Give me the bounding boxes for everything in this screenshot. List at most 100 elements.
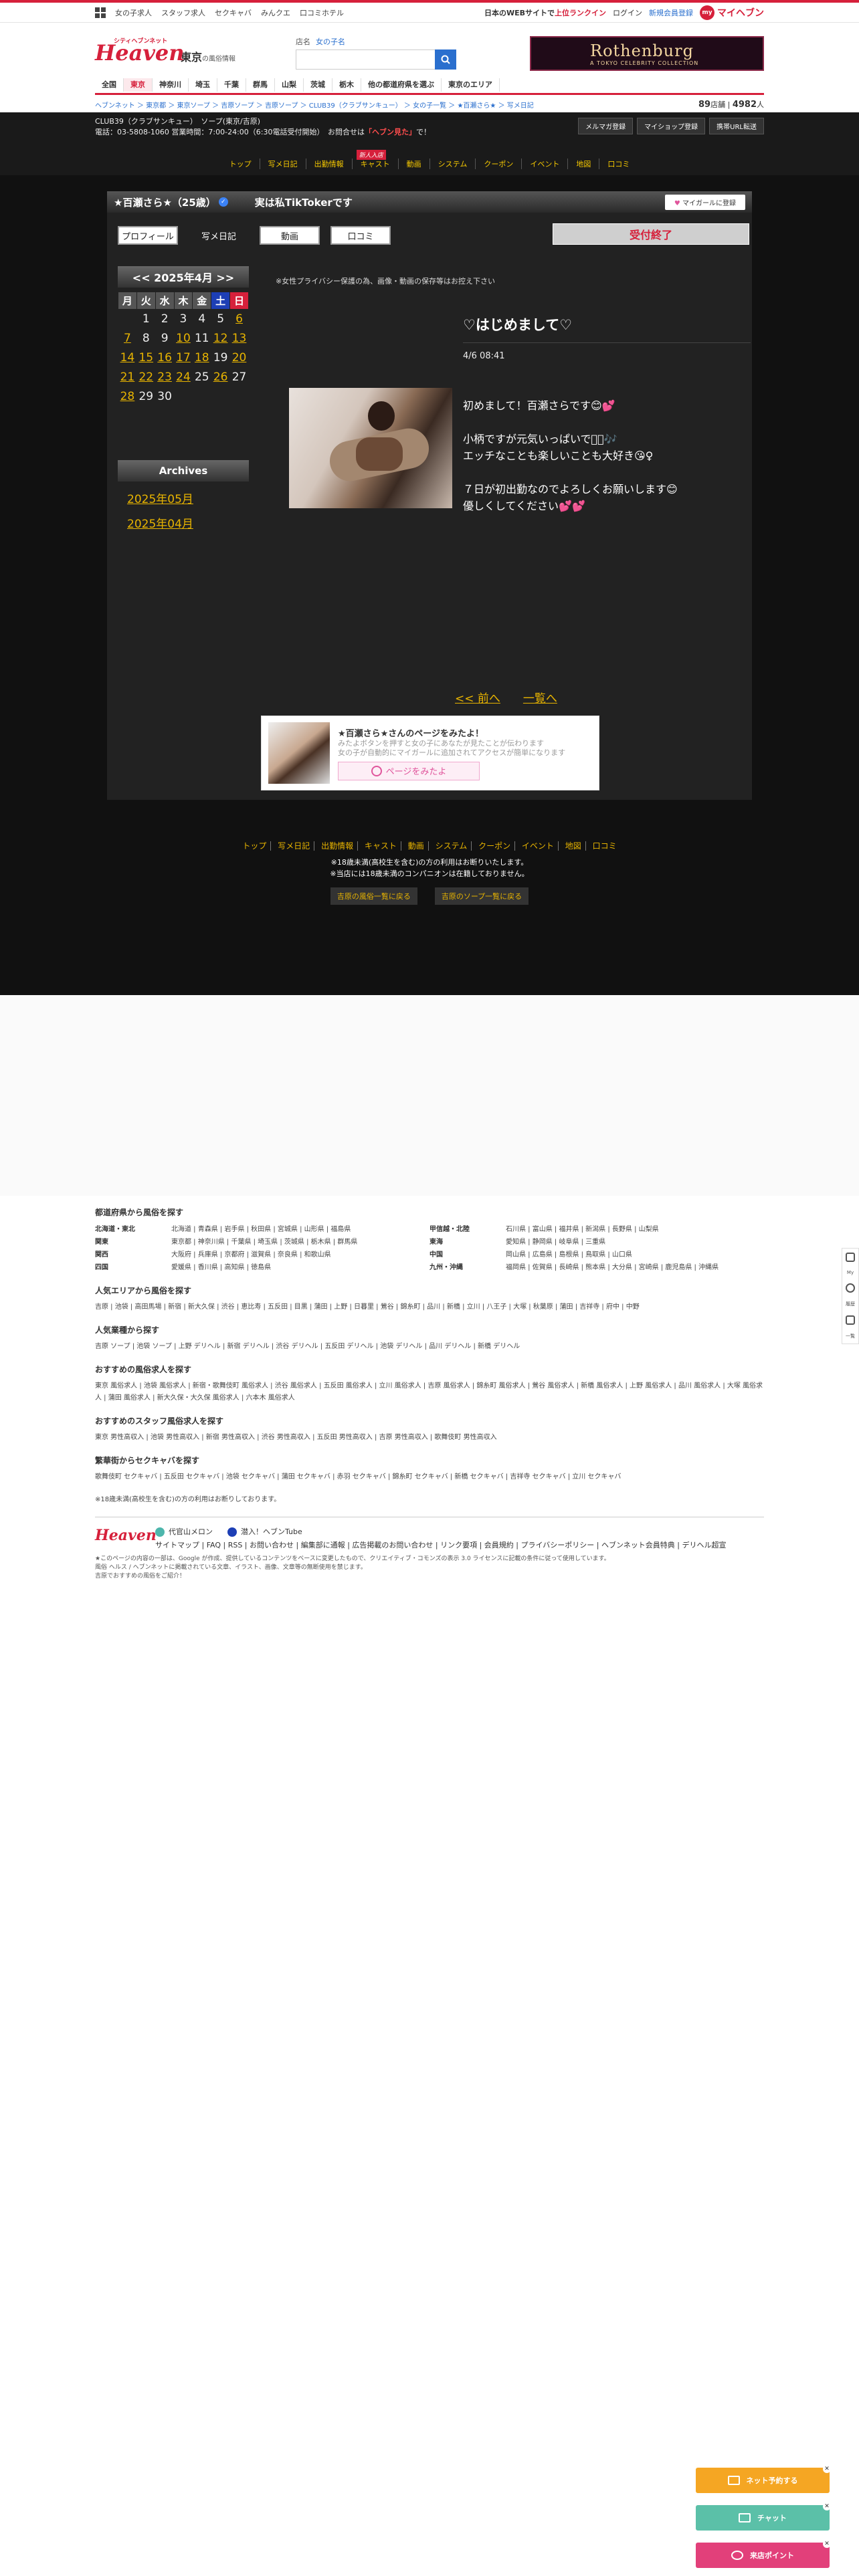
search-tab-girl[interactable]: 女の子名: [316, 36, 345, 47]
footnav-item[interactable]: 地図: [561, 841, 586, 851]
tab-review[interactable]: 口コミ: [330, 226, 391, 245]
register-link[interactable]: 新規会員登録: [649, 7, 693, 18]
nav-item[interactable]: 埼玉: [189, 78, 217, 92]
link-sekukyaba[interactable]: セクキャバ: [215, 7, 252, 18]
footer-logo[interactable]: Heaven: [95, 1527, 157, 1544]
nav-item[interactable]: 他の都道府県を選ぶ: [361, 78, 442, 92]
close-icon[interactable]: ✕: [823, 2465, 831, 2473]
footnav-item[interactable]: キャスト: [360, 841, 401, 851]
prev-link[interactable]: << 前へ: [455, 689, 500, 706]
visit-point-button[interactable]: 来店ポイント ✕: [696, 2540, 831, 2568]
shopnav-item[interactable]: 動画: [399, 158, 430, 169]
add-mygirl-button[interactable]: ♥ マイガールに登録: [664, 194, 745, 210]
apps-grid-icon[interactable]: [95, 7, 106, 18]
shopnav-item[interactable]: イベント: [522, 158, 569, 169]
link-girl-jobs[interactable]: 女の子求人: [115, 7, 152, 18]
mailmag-button[interactable]: メルマガ登録: [578, 118, 634, 134]
footnav-item[interactable]: 出勤情報: [317, 841, 359, 851]
tab-video[interactable]: 動画: [260, 226, 320, 245]
section-links[interactable]: 東京 男性高収入 | 池袋 男性高収入 | 新宿 男性高収入 | 渋谷 男性高収…: [95, 1432, 764, 1444]
app-link-tube[interactable]: 潜入！ヘブンTube: [227, 1527, 302, 1537]
calendar-day[interactable]: 23: [155, 368, 174, 387]
nav-item[interactable]: 栃木: [332, 78, 361, 92]
shopnav-item[interactable]: 地図: [568, 158, 600, 169]
my-icon[interactable]: [846, 1253, 855, 1262]
diary-photo[interactable]: [289, 388, 452, 508]
history-icon[interactable]: [846, 1283, 855, 1293]
list-link[interactable]: 一覧へ: [523, 689, 557, 706]
list-icon[interactable]: [846, 1315, 855, 1325]
calendar-day[interactable]: 18: [193, 348, 211, 368]
reception-closed-button[interactable]: 受付終了: [553, 223, 749, 245]
calendar-day[interactable]: 28: [118, 387, 137, 407]
link-staff-jobs[interactable]: スタッフ求人: [161, 7, 205, 18]
pref-links[interactable]: 岡山県 | 広島県 | 島根県 | 鳥取県 | 山口県: [506, 1249, 632, 1261]
pref-links[interactable]: 大阪府 | 兵庫県 | 京都府 | 滋賀県 | 奈良県 | 和歌山県: [171, 1249, 331, 1261]
breadcrumb-links[interactable]: ヘブンネット ＞ 東京都 ＞ 東京ソープ ＞ 吉原ソープ ＞ 吉原ソープ ＞ C…: [95, 100, 534, 110]
calendar-day[interactable]: 12: [211, 329, 230, 348]
calendar-day[interactable]: 26: [211, 368, 230, 387]
pref-links[interactable]: 東京都 | 神奈川県 | 千葉県 | 埼玉県 | 茨城県 | 栃木県 | 群馬県: [171, 1236, 357, 1249]
calendar-day[interactable]: 7: [118, 329, 137, 348]
footnav-item[interactable]: トップ: [238, 841, 272, 851]
shopnav-item[interactable]: 出勤情報: [306, 158, 353, 169]
calendar-day[interactable]: 15: [136, 348, 155, 368]
footer-nav-links[interactable]: サイトマップ | FAQ | RSS | お問い合わせ | 編集部に通報 | 広…: [155, 1540, 726, 1551]
calendar-day[interactable]: 24: [174, 368, 193, 387]
section-links[interactable]: 吉原 | 池袋 | 高田馬場 | 新宿 | 新大久保 | 渋谷 | 恵比寿 | …: [95, 1301, 764, 1313]
myshop-button[interactable]: マイショップ登録: [637, 118, 706, 134]
footnav-item[interactable]: イベント: [517, 841, 559, 851]
pref-links[interactable]: 北海道 | 青森県 | 岩手県 | 秋田県 | 宮城県 | 山形県 | 福島県: [171, 1223, 351, 1236]
calendar-day[interactable]: 10: [174, 329, 193, 348]
app-link-melon[interactable]: 代官山メロン: [155, 1527, 213, 1537]
footnav-item[interactable]: クーポン: [474, 841, 516, 851]
calendar-header[interactable]: << 2025年4月 >>: [118, 266, 249, 288]
pref-links[interactable]: 福岡県 | 佐賀県 | 長崎県 | 熊本県 | 大分県 | 宮崎県 | 鹿児島県…: [506, 1261, 719, 1274]
close-icon[interactable]: ✕: [823, 2540, 831, 2548]
tab-profile[interactable]: プロフィール: [118, 226, 178, 245]
shopnav-item[interactable]: 写メ日記: [260, 158, 306, 169]
nav-item[interactable]: 東京のエリア: [442, 78, 500, 92]
login-link[interactable]: ログイン: [613, 7, 642, 18]
ad-banner[interactable]: Rothenburg A TOKYO CELEBRITY COLLECTION: [530, 36, 764, 71]
shopnav-item[interactable]: トップ: [221, 158, 260, 169]
footnav-item[interactable]: 動画: [403, 841, 429, 851]
back-to-soap-button[interactable]: 吉原のソープ一覧に戻る: [434, 887, 529, 905]
shopnav-item[interactable]: クーポン: [476, 158, 522, 169]
footnav-item[interactable]: 口コミ: [589, 841, 621, 851]
back-to-area-button[interactable]: 吉原の風俗一覧に戻る: [330, 887, 417, 905]
mobile-url-button[interactable]: 携帯URL転送: [709, 118, 764, 134]
calendar-day[interactable]: 20: [230, 348, 249, 368]
pref-links[interactable]: 愛知県 | 静岡県 | 岐阜県 | 三重県: [506, 1236, 605, 1249]
section-links[interactable]: 歌舞伎町 セクキャバ | 五反田 セクキャバ | 池袋 セクキャバ | 蒲田 セ…: [95, 1471, 764, 1483]
nav-item[interactable]: 茨城: [304, 78, 332, 92]
nav-item[interactable]: 千葉: [217, 78, 246, 92]
calendar-day[interactable]: 17: [174, 348, 193, 368]
pref-links[interactable]: 石川県 | 富山県 | 福井県 | 新潟県 | 長野県 | 山梨県: [506, 1223, 659, 1236]
tab-diary[interactable]: 写メ日記: [189, 226, 249, 245]
calendar-day[interactable]: 21: [118, 368, 137, 387]
footnav-item[interactable]: システム: [431, 841, 472, 851]
close-icon[interactable]: ✕: [823, 2502, 831, 2510]
nav-item-active[interactable]: 東京: [124, 78, 153, 92]
pref-links[interactable]: 愛媛県 | 香川県 | 高知県 | 徳島県: [171, 1261, 271, 1274]
calendar-day[interactable]: 6: [230, 310, 249, 329]
footnav-item[interactable]: 写メ日記: [274, 841, 315, 851]
shopnav-item[interactable]: システム: [430, 158, 476, 169]
archive-link[interactable]: 2025年05月: [127, 490, 249, 506]
mitayo-button[interactable]: ページをみたよ: [338, 761, 480, 780]
search-button[interactable]: [435, 49, 457, 70]
heaven-logo[interactable]: シティヘブンネット Heaven: [95, 36, 185, 74]
search-tab-shop[interactable]: 店名: [296, 36, 310, 47]
link-minkue[interactable]: みんクエ: [261, 7, 290, 18]
girl-thumbnail[interactable]: [268, 722, 330, 784]
calendar-day[interactable]: 22: [136, 368, 155, 387]
section-links[interactable]: 東京 風俗求人 | 池袋 風俗求人 | 新宿・歌舞伎町 風俗求人 | 渋谷 風俗…: [95, 1380, 764, 1404]
net-reserve-button[interactable]: ネット予約する ✕: [696, 2465, 831, 2493]
link-review-hotel[interactable]: 口コミホテル: [300, 7, 344, 18]
section-links[interactable]: 吉原 ソープ | 池袋 ソープ | 上野 デリヘル | 新宿 デリヘル | 渋谷…: [95, 1341, 764, 1353]
archive-link[interactable]: 2025年04月: [127, 514, 249, 531]
chat-button[interactable]: チャット ✕: [696, 2502, 831, 2531]
nav-item[interactable]: 全国: [95, 78, 124, 92]
nav-item[interactable]: 神奈川: [153, 78, 189, 92]
